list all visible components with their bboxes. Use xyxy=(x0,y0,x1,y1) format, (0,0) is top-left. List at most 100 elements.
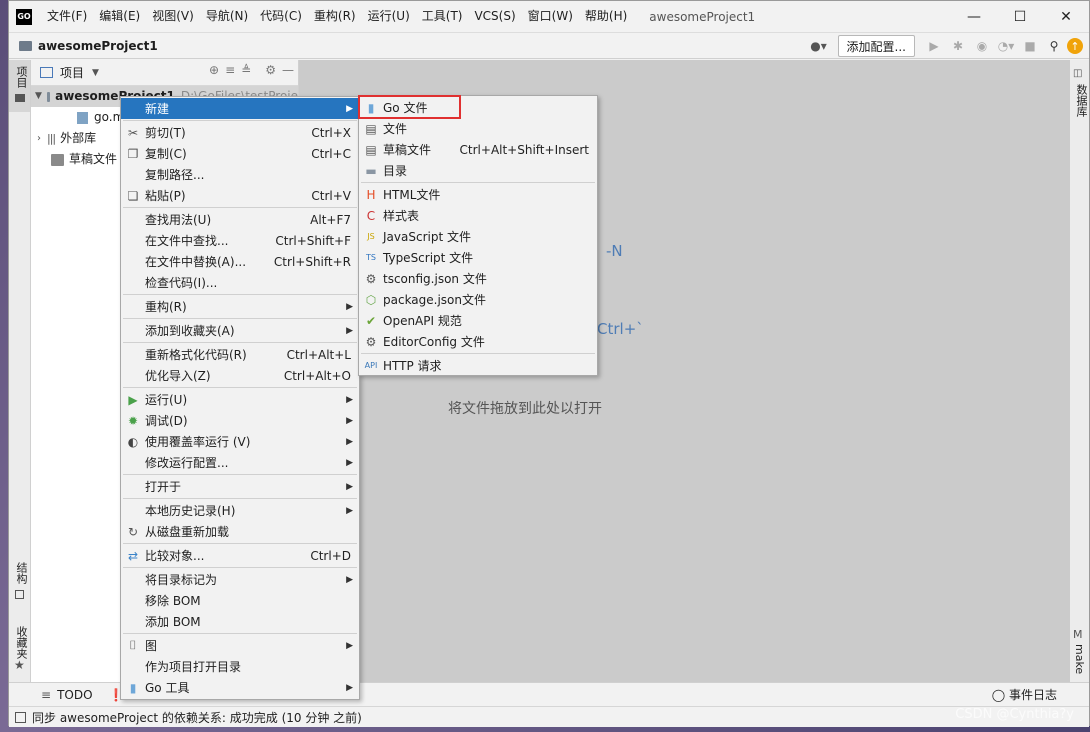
menu-file[interactable]: 文件(F) xyxy=(41,1,93,32)
project-view-selector[interactable]: 项目 xyxy=(60,64,84,81)
menu-item[interactable]: ⇄ 比较对象... Ctrl+D xyxy=(121,545,359,566)
menu-item-label: 在文件中替换(A)... xyxy=(145,255,247,269)
chevron-down-icon[interactable]: ▼ xyxy=(92,68,99,78)
maximize-button[interactable]: ☐ xyxy=(997,1,1043,32)
menu-item[interactable]: 本地历史记录(H) ▶ xyxy=(121,500,359,521)
menu-item[interactable]: ⚙ tsconfig.json 文件 xyxy=(359,268,597,289)
menu-item[interactable]: API HTTP 请求 xyxy=(359,355,597,376)
menu-item[interactable]: 修改运行配置... ▶ xyxy=(121,452,359,473)
menu-item[interactable]: 重构(R) ▶ xyxy=(121,296,359,317)
menu-item[interactable]: JS JavaScript 文件 xyxy=(359,226,597,247)
chevron-right-icon[interactable]: › xyxy=(37,128,41,149)
project-tool-tab[interactable]: 项目 xyxy=(9,60,30,112)
event-log-tab[interactable]: ◯ 事件日志 xyxy=(992,686,1057,703)
menu-view[interactable]: 视图(V) xyxy=(146,1,200,32)
menu-item-label: 检查代码(I)... xyxy=(145,276,218,290)
menu-item-label: 文件 xyxy=(383,122,408,136)
menu-item[interactable]: 优化导入(Z) Ctrl+Alt+O xyxy=(121,365,359,386)
menu-tools[interactable]: 工具(T) xyxy=(416,1,469,32)
menu-item[interactable]: ▮ Go 工具 ▶ xyxy=(121,677,359,698)
menu-item[interactable]: C 样式表 xyxy=(359,205,597,226)
run-icon[interactable]: ▶ xyxy=(923,35,945,57)
menu-item[interactable]: 在文件中查找... Ctrl+Shift+F xyxy=(121,230,359,251)
menu-refactor[interactable]: 重构(R) xyxy=(308,1,362,32)
menu-item[interactable]: ▶ 运行(U) ▶ xyxy=(121,389,359,410)
menu-item-label: 使用覆盖率运行 (V) xyxy=(145,435,251,449)
collapse-all-icon[interactable]: ≜ xyxy=(241,63,251,77)
todo-tab[interactable]: TODO xyxy=(57,688,92,702)
update-icon[interactable]: ↑ xyxy=(1067,38,1083,54)
menu-item[interactable]: ❏ 粘贴(P) Ctrl+V xyxy=(121,185,359,206)
debug-icon[interactable]: ✱ xyxy=(947,35,969,57)
make-tool-tab[interactable]: make xyxy=(1073,644,1086,674)
menu-item-shortcut: Ctrl+Alt+Shift+Insert xyxy=(459,142,589,157)
minimize-button[interactable]: — xyxy=(951,1,997,32)
menu-item[interactable]: ✔ OpenAPI 规范 xyxy=(359,310,597,331)
submenu-arrow-icon: ▶ xyxy=(346,415,353,426)
menu-separator xyxy=(123,387,357,388)
favorites-tool-tab[interactable]: 收藏夹 xyxy=(13,626,29,659)
menu-window[interactable]: 窗口(W) xyxy=(522,1,579,32)
menu-item[interactable]: 查找用法(U) Alt+F7 xyxy=(121,209,359,230)
locate-icon[interactable]: ⊕ xyxy=(209,63,219,77)
menu-item[interactable]: 复制路径... xyxy=(121,164,359,185)
menu-item[interactable]: 打开于 ▶ xyxy=(121,476,359,497)
menu-item-label: 剪切(T) xyxy=(145,126,186,140)
menu-item-label: 修改运行配置... xyxy=(145,456,229,470)
chevron-down-icon[interactable]: ▼ xyxy=(35,86,42,107)
menu-item[interactable]: ❐ 复制(C) Ctrl+C xyxy=(121,143,359,164)
user-icon[interactable]: ●▾ xyxy=(808,35,830,57)
menu-item[interactable]: ⬡ package.json文件 xyxy=(359,289,597,310)
database-icon: ◫ xyxy=(1073,68,1083,79)
structure-tool-tab[interactable]: 结构 xyxy=(13,562,29,584)
menu-item[interactable]: 移除 BOM xyxy=(121,590,359,611)
menu-item[interactable]: ▤ 文件 xyxy=(359,118,597,139)
menu-item[interactable]: 作为项目打开目录 xyxy=(121,656,359,677)
database-tool-tab[interactable]: 数据库 xyxy=(1073,84,1089,117)
menu-item[interactable]: ✂ 剪切(T) Ctrl+X xyxy=(121,122,359,143)
menu-navigate[interactable]: 导航(N) xyxy=(200,1,254,32)
compare-icon: ⇄ xyxy=(127,548,139,563)
menu-item[interactable]: 在文件中替换(A)... Ctrl+Shift+R xyxy=(121,251,359,272)
menu-item[interactable]: 重新格式化代码(R) Ctrl+Alt+L xyxy=(121,344,359,365)
search-icon[interactable]: ⚲ xyxy=(1043,35,1065,57)
menu-item[interactable]: 添加到收藏夹(A) ▶ xyxy=(121,320,359,341)
menu-item[interactable]: ⚙ EditorConfig 文件 xyxy=(359,331,597,352)
add-configuration-button[interactable]: 添加配置... xyxy=(837,35,915,57)
status-toggle-icon[interactable] xyxy=(15,711,26,723)
menu-item[interactable]: ✹ 调试(D) ▶ xyxy=(121,410,359,431)
menu-item-label: 添加到收藏夹(A) xyxy=(145,324,235,338)
stop-icon[interactable]: ■ xyxy=(1019,35,1041,57)
profile-icon[interactable]: ◔▾ xyxy=(995,35,1017,57)
menu-run[interactable]: 运行(U) xyxy=(362,1,416,32)
menu-separator xyxy=(123,342,357,343)
close-button[interactable]: ✕ xyxy=(1043,1,1089,32)
menu-code[interactable]: 代码(C) xyxy=(254,1,308,32)
menu-item[interactable]: 检查代码(I)... xyxy=(121,272,359,293)
hide-icon[interactable]: — xyxy=(282,63,294,77)
menu-edit[interactable]: 编辑(E) xyxy=(93,1,146,32)
menu-item[interactable]: 新建 ▶ xyxy=(121,98,359,119)
expand-all-icon[interactable]: ≡ xyxy=(225,63,235,77)
coverage-icon[interactable]: ◉ xyxy=(971,35,993,57)
menu-vcs[interactable]: VCS(S) xyxy=(468,1,521,32)
directory-icon: ▬ xyxy=(365,163,377,178)
coverage-icon: ◐ xyxy=(127,434,139,449)
menu-item[interactable]: ▬ 目录 xyxy=(359,160,597,181)
menu-separator xyxy=(361,182,595,183)
submenu-arrow-icon: ▶ xyxy=(346,103,353,114)
editorconfig-icon: ⚙ xyxy=(365,334,377,349)
menu-help[interactable]: 帮助(H) xyxy=(579,1,633,32)
html-file-icon: H xyxy=(366,187,376,202)
menu-item[interactable]: ⌷ 图 ▶ xyxy=(121,635,359,656)
menu-item[interactable]: ↻ 从磁盘重新加载 xyxy=(121,521,359,542)
menu-item[interactable]: H HTML文件 xyxy=(359,184,597,205)
menu-item[interactable]: ▤ 草稿文件 Ctrl+Alt+Shift+Insert xyxy=(359,139,597,160)
menu-item[interactable]: ◐ 使用覆盖率运行 (V) ▶ xyxy=(121,431,359,452)
gear-icon[interactable]: ⚙ xyxy=(265,63,276,77)
menu-item[interactable]: TS TypeScript 文件 xyxy=(359,247,597,268)
menu-item[interactable]: 将目录标记为 ▶ xyxy=(121,569,359,590)
breadcrumb-project[interactable]: awesomeProject1 xyxy=(38,39,158,53)
star-icon: ★ xyxy=(14,658,25,672)
menu-item[interactable]: 添加 BOM xyxy=(121,611,359,632)
